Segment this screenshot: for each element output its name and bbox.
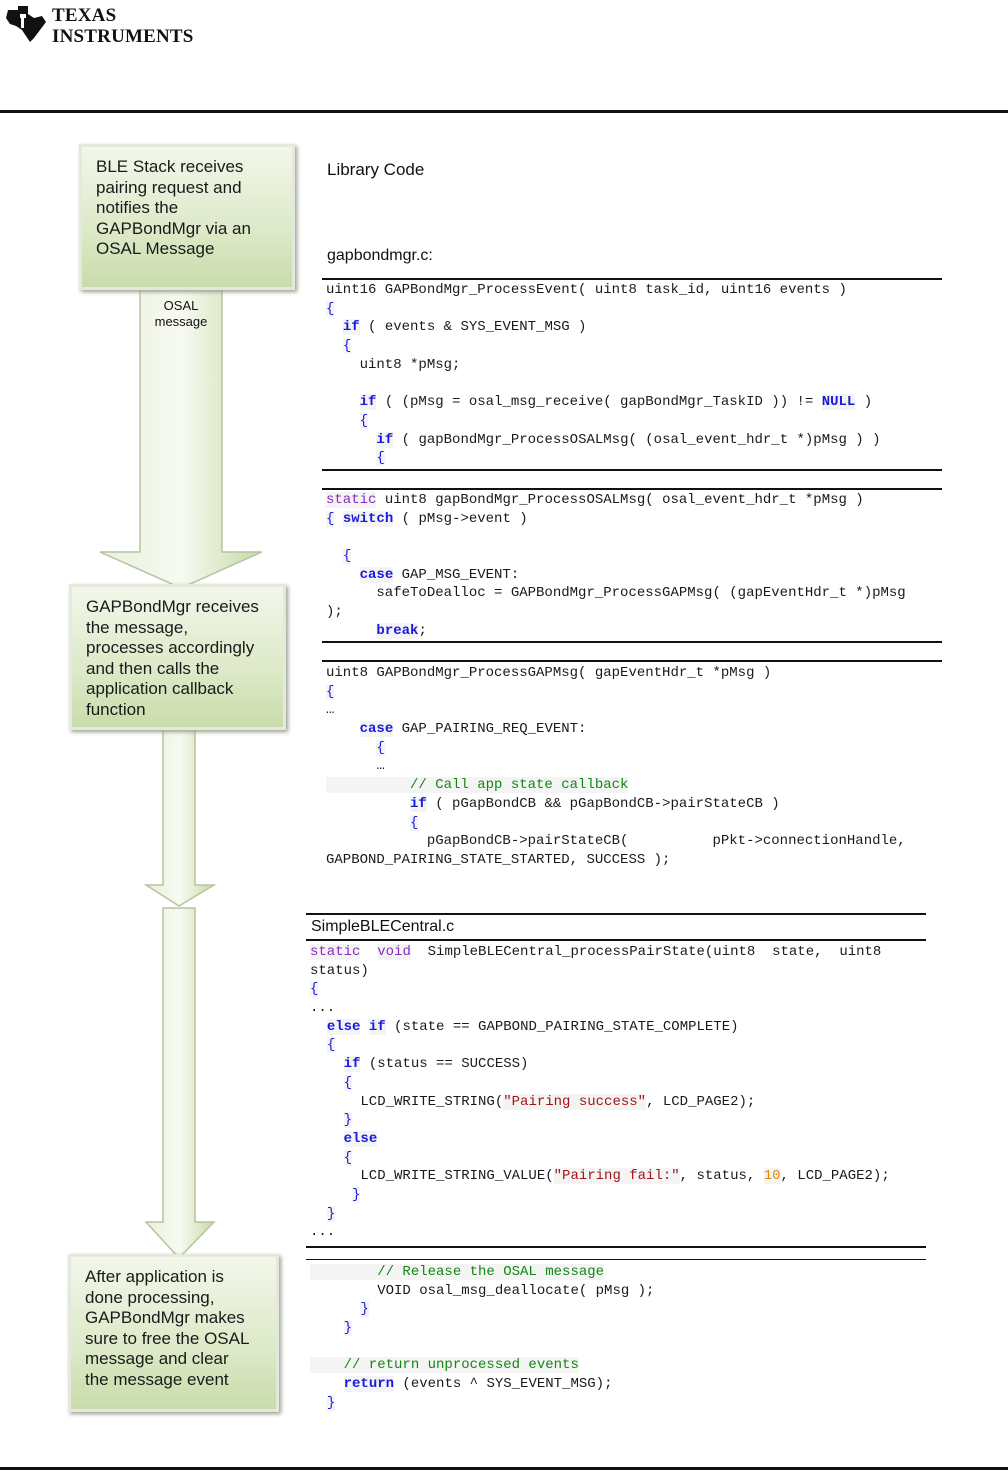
code-line: {: [376, 450, 385, 467]
code-panel-rule: [322, 469, 942, 471]
code-line: LCD_WRITE_STRING("Pairing success", LCD_…: [310, 1093, 756, 1110]
code-line: {: [326, 1037, 336, 1054]
code-panel-process-osal-msg: static uint8 gapBondMgr_ProcessOSALMsg( …: [326, 491, 942, 641]
code-panel-release-message: // Release the OSAL message VOID osal_ms…: [310, 1263, 926, 1415]
code-panel-rule: [322, 278, 942, 280]
flow-step-text: BLE Stack receives pairing request and n…: [96, 157, 251, 259]
footer-rule: [0, 1467, 1008, 1470]
code-line: case GAP_PAIRING_REQ_EVENT:: [359, 721, 587, 738]
code-line: if ( pGapBondCB && pGapBondCB->pairState…: [410, 795, 780, 812]
code-panel-closing-brace: }: [310, 894, 926, 913]
code-line: status): [310, 962, 369, 979]
code-line: );: [326, 604, 343, 621]
code-line: // return unprocessed events: [310, 1357, 579, 1374]
code-panel-process-event: uint16 GAPBondMgr_ProcessEvent( uint8 ta…: [326, 281, 942, 469]
code-line: {: [310, 981, 319, 998]
flow-step-free-message: After application is done processing, GA…: [68, 1254, 279, 1412]
code-line: uint8 *pMsg;: [326, 356, 461, 373]
code-line: }: [326, 1205, 336, 1222]
arrow-2: [143, 727, 217, 907]
code-line: {: [326, 300, 335, 317]
code-line: {: [376, 739, 385, 756]
flow-step-ble-stack: BLE Stack receives pairing request and n…: [79, 144, 295, 290]
code-line: {: [359, 412, 369, 429]
code-line: {: [410, 814, 419, 831]
code-line: else if (state == GAPBOND_PAIRING_STATE_…: [326, 1018, 739, 1035]
code-line: else: [343, 1130, 378, 1147]
arrow-1: [99, 287, 263, 589]
code-line: }: [343, 1320, 353, 1337]
code-panel-rule: [322, 488, 942, 490]
file-label-gapbondmgr: gapbondmgr.c:: [327, 247, 433, 264]
code-line: if ( (pMsg = osal_msg_receive( gapBondMg…: [359, 394, 873, 411]
code-panel-process-pair-state: static void SimpleBLECentral_processPair…: [310, 943, 926, 1245]
code-panel-rule: [306, 1246, 926, 1248]
osal-message-label: OSAL message: [154, 298, 208, 329]
library-code-title: Library Code: [327, 160, 425, 179]
code-panel-rule: [306, 1259, 926, 1260]
code-line: …: [326, 702, 335, 719]
code-line: static void SimpleBLECentral_processPair…: [310, 944, 882, 960]
code-panel-rule: [322, 641, 942, 643]
code-panel-process-gap-msg: uint8 GAPBondMgr_ProcessGAPMsg( gapEvent…: [326, 664, 942, 871]
code-line: if ( gapBondMgr_ProcessOSALMsg( (osal_ev…: [376, 431, 881, 448]
code-line: safeToDealloc = GAPBondMgr_ProcessGAPMsg…: [326, 585, 906, 602]
code-line: // Call app state callback: [326, 777, 629, 794]
code-line: // Release the OSAL message: [310, 1264, 605, 1280]
code-line: ...: [310, 1000, 336, 1017]
code-panel-rule: [322, 660, 942, 662]
code-line: if (status == SUCCESS): [343, 1056, 529, 1073]
code-line: { switch ( pMsg->event ): [326, 510, 528, 527]
code-line: return (events ^ SYS_EVENT_MSG);: [343, 1376, 613, 1393]
code-line: case GAP_MSG_EVENT:: [359, 566, 520, 583]
code-line: break;: [376, 622, 427, 639]
code-line: static uint8 gapBondMgr_ProcessOSALMsg( …: [326, 492, 864, 508]
code-line: {: [342, 338, 352, 355]
code-line: {: [343, 1149, 353, 1166]
code-line: if ( events & SYS_EVENT_MSG ): [342, 319, 587, 336]
code-line: …: [326, 758, 385, 775]
code-line: {: [343, 1074, 353, 1091]
code-line: pGapBondCB->pairStateCB( pPkt->connectio…: [326, 833, 906, 850]
code-panel-rule: [306, 913, 926, 915]
code-line: uint8 GAPBondMgr_ProcessGAPMsg( gapEvent…: [326, 665, 772, 681]
arrow-3: [144, 907, 216, 1260]
file-label-simplebllecentral: SimpleBLECentral.c: [311, 918, 455, 935]
code-line: }: [343, 1112, 353, 1129]
code-line: ...: [310, 1224, 336, 1241]
code-line: LCD_WRITE_STRING_VALUE("Pairing fail:", …: [310, 1168, 890, 1185]
code-panel-rule: [306, 939, 926, 941]
code-line: VOID osal_msg_deallocate( pMsg );: [310, 1282, 655, 1299]
code-line: {: [342, 548, 352, 565]
code-line: }: [352, 1186, 361, 1203]
flow-step-text: After application is done processing, GA…: [85, 1267, 250, 1389]
code-line: }: [326, 1394, 336, 1411]
flow-step-gapbondmgr-receives: GAPBondMgr receives the message, process…: [69, 584, 286, 730]
code-line: GAPBOND_PAIRING_STATE_STARTED, SUCCESS )…: [326, 851, 671, 868]
code-line: }: [360, 1301, 369, 1318]
flow-step-text: GAPBondMgr receives the message, process…: [86, 597, 259, 719]
code-line: {: [326, 683, 335, 700]
code-line: uint16 GAPBondMgr_ProcessEvent( uint8 ta…: [326, 282, 847, 298]
